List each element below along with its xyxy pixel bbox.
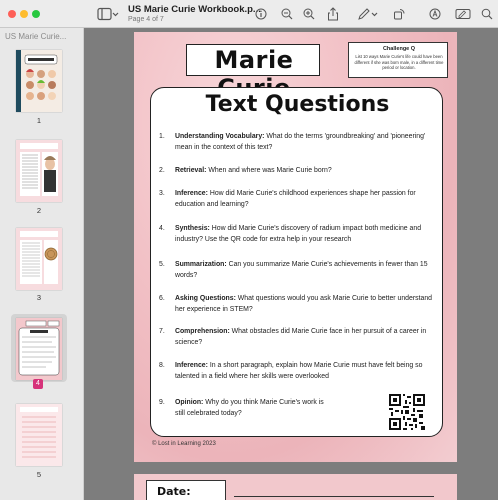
window-toolbar: US Marie Curie Workbook.p... Page 4 of 7 — [0, 0, 498, 28]
next-page-peek: Date: — [134, 474, 457, 500]
date-label: Date: — [157, 485, 191, 498]
page-5-thumbnail-image — [20, 407, 58, 458]
page-number-1: 1 — [36, 116, 42, 125]
copyright-footer: © Lost in Learning 2023 — [152, 441, 216, 447]
pen-icon — [358, 8, 378, 20]
question-number: 6. — [159, 295, 165, 302]
markup-pen-button[interactable] — [356, 6, 380, 22]
question-text: Opinion: Why do you think Marie Curie's … — [175, 399, 324, 417]
question-text: Understanding Vocabulary: What do the te… — [175, 133, 426, 151]
page-indicator: Page 4 of 7 — [128, 16, 164, 23]
challenge-box: Challenge Q List 10 ways Marie Curie's l… — [348, 42, 448, 78]
minimize-window-button[interactable] — [20, 10, 28, 18]
page-3-thumbnail-image — [20, 231, 58, 284]
zoom-out-icon — [281, 8, 293, 20]
sidebar-title: US Marie Curie... — [5, 32, 67, 41]
page-number-2: 2 — [36, 206, 42, 215]
zoom-in-icon — [303, 8, 315, 20]
question-text: Retrieval: When and where was Marie Curi… — [175, 167, 332, 174]
question-text: Summarization: Can you summarize Marie C… — [175, 261, 428, 279]
zoom-in-button[interactable] — [302, 6, 316, 22]
question-number: 3. — [159, 190, 165, 197]
sidebar-toggle-button[interactable] — [96, 6, 120, 22]
question-number: 2. — [159, 167, 165, 174]
question-number: 8. — [159, 362, 165, 369]
page-4-thumbnail-image — [18, 320, 60, 376]
question-text: Inference: How did Marie Curie's childho… — [175, 190, 416, 208]
page-thumbnail-4[interactable] — [16, 318, 62, 380]
form-icon — [455, 9, 471, 19]
thumbnail-sidebar: US Marie Curie... 1 2 3 4 5 — [0, 28, 84, 500]
info-button[interactable] — [254, 6, 268, 22]
selected-page-number: 4 — [33, 379, 43, 389]
date-line — [234, 496, 434, 497]
card-title: Text Questions — [205, 92, 390, 117]
date-box: Date: — [146, 480, 226, 500]
title-box: Marie Curie — [186, 44, 320, 102]
share-button[interactable] — [326, 6, 340, 22]
question-text: Asking Questions: What questions would y… — [175, 295, 432, 313]
close-window-button[interactable] — [8, 10, 16, 18]
page-number-3: 3 — [36, 293, 42, 302]
question-number: 5. — [159, 261, 165, 268]
page-thumbnail-2[interactable] — [16, 140, 62, 202]
question-number: 4. — [159, 225, 165, 232]
markup-icon — [429, 8, 441, 20]
question-text: Comprehension: What obstacles did Marie … — [175, 328, 427, 346]
search-icon — [481, 8, 493, 20]
page-thumbnail-3[interactable] — [16, 228, 62, 290]
page-2-thumbnail-image — [20, 143, 58, 196]
question-number: 9. — [159, 399, 165, 406]
cover-thumbnail-image — [16, 50, 58, 112]
page-number-5: 5 — [36, 470, 42, 479]
markup-button[interactable] — [428, 6, 442, 22]
form-fill-button[interactable] — [454, 6, 472, 22]
zoom-window-button[interactable] — [32, 10, 40, 18]
sidebar-icon — [97, 7, 119, 21]
page-thumbnail-5[interactable] — [16, 404, 62, 466]
rotate-icon — [394, 9, 405, 20]
document-title: US Marie Curie Workbook.p... — [128, 4, 261, 15]
info-icon — [255, 8, 267, 20]
rotate-button[interactable] — [392, 6, 406, 22]
page-thumbnail-1[interactable] — [16, 50, 62, 112]
question-number: 1. — [159, 133, 165, 140]
qr-code[interactable] — [387, 392, 427, 432]
challenge-text: List 10 ways Marie Curie's life could ha… — [354, 54, 444, 71]
qr-code-icon — [387, 392, 427, 432]
challenge-title: Challenge Q — [382, 46, 416, 52]
zoom-out-button[interactable] — [280, 6, 294, 22]
document-page: Marie Curie Challenge Q List 10 ways Mar… — [134, 32, 457, 462]
question-text: Inference: In a short paragraph, explain… — [175, 362, 423, 380]
search-button[interactable] — [480, 6, 494, 22]
question-number: 7. — [159, 328, 165, 335]
share-icon — [328, 7, 338, 21]
question-text: Synthesis: How did Marie Curie's discove… — [175, 225, 422, 243]
questions-card: Text Questions 1. Understanding Vocabula… — [150, 87, 443, 437]
